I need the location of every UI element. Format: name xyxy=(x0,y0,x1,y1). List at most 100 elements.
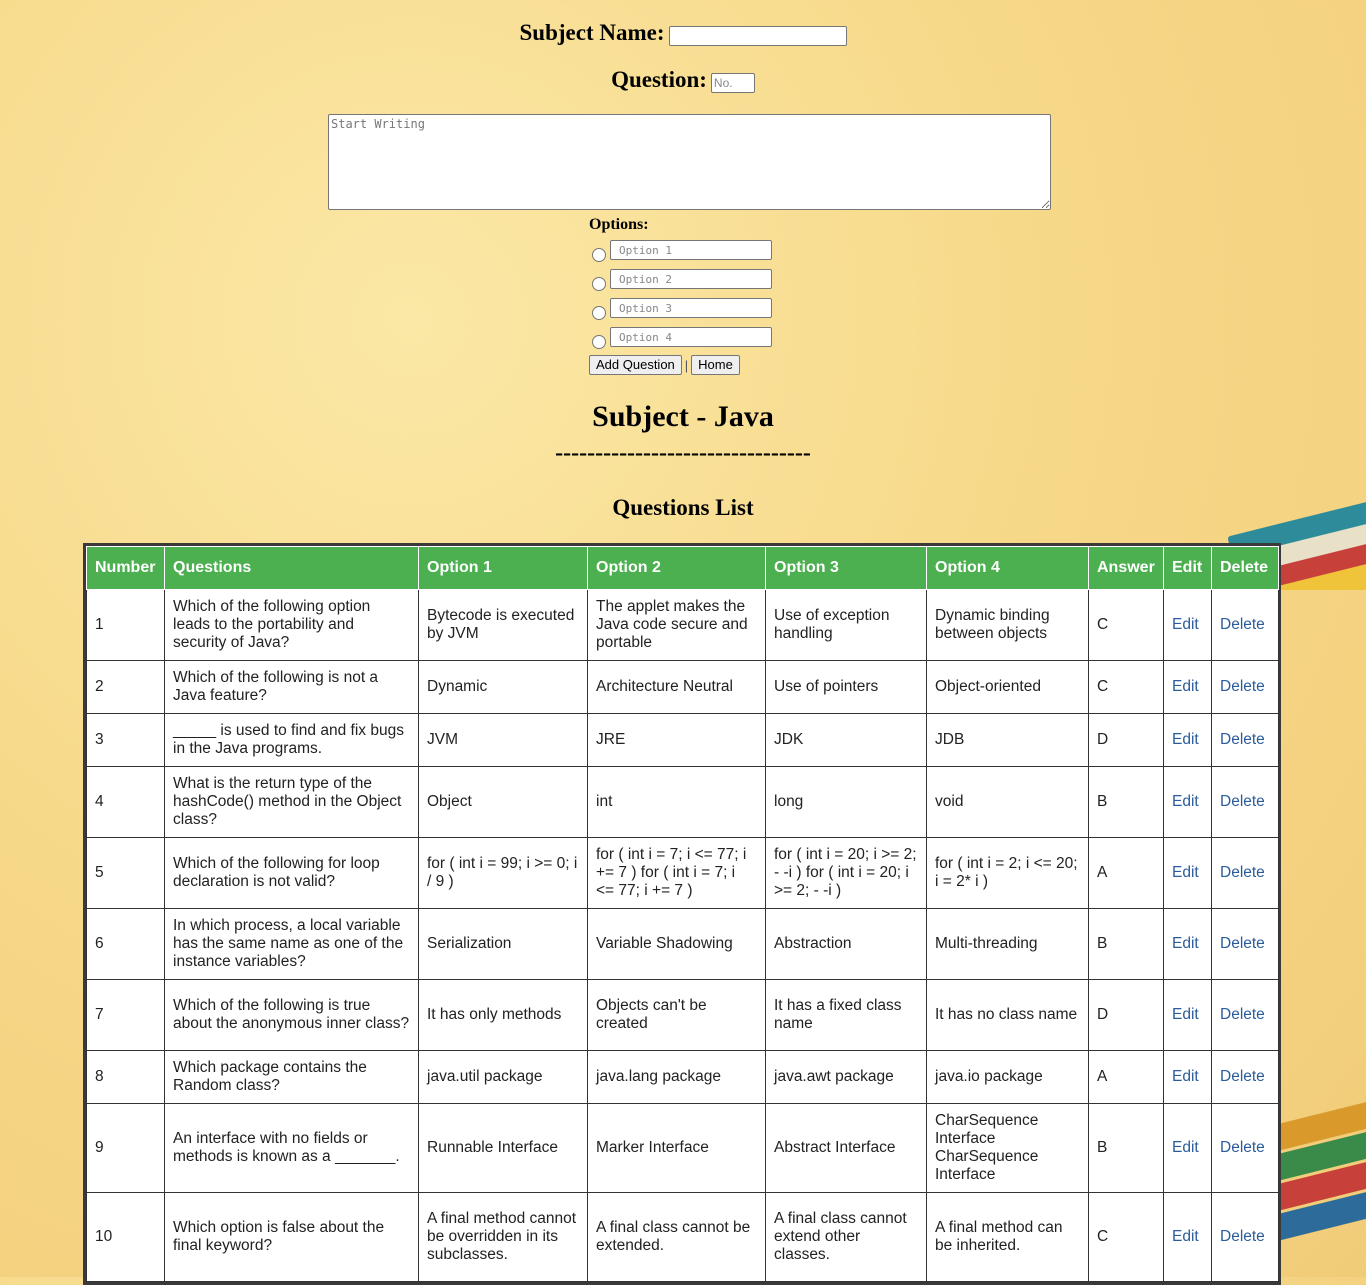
option-2-input[interactable] xyxy=(610,269,772,289)
add-question-button[interactable]: Add Question xyxy=(589,355,682,375)
subject-title: Subject - Java xyxy=(592,400,774,433)
cell-number: 3 xyxy=(86,713,165,767)
subject-row: Subject Name: xyxy=(0,20,1366,47)
cell-answer: C xyxy=(1088,589,1164,661)
cell-number: 4 xyxy=(86,766,165,838)
cell-question: Which of the following is true about the… xyxy=(164,979,419,1051)
table-row: 5 Which of the following for loop declar… xyxy=(86,837,1279,909)
cell-option-4: Object-oriented xyxy=(926,660,1089,714)
cell-question: Which of the following for loop declarat… xyxy=(164,837,419,909)
question-text-area[interactable] xyxy=(328,114,1051,210)
cell-option-1: java.util package xyxy=(418,1050,588,1104)
header-option-1: Option 1 xyxy=(418,546,588,590)
header-option-2: Option 2 xyxy=(587,546,766,590)
edit-link[interactable]: Edit xyxy=(1163,589,1212,661)
cell-option-3: Abstract Interface xyxy=(765,1103,927,1193)
cell-option-1: It has only methods xyxy=(418,979,588,1051)
cell-option-1: Dynamic xyxy=(418,660,588,714)
cell-option-4: Multi-threading xyxy=(926,908,1089,980)
option-1-radio[interactable] xyxy=(592,248,606,262)
delete-link[interactable]: Delete xyxy=(1211,1103,1279,1193)
cell-number: 10 xyxy=(86,1192,165,1282)
option-1-input[interactable] xyxy=(610,240,772,260)
question-label: Question: xyxy=(611,67,707,92)
question-row: Question: xyxy=(0,67,1366,94)
cell-question: Which option is false about the final ke… xyxy=(164,1192,419,1282)
cell-answer: B xyxy=(1088,1103,1164,1193)
cell-option-1: for ( int i = 99; i >= 0; i / 9 ) xyxy=(418,837,588,909)
button-separator: | xyxy=(684,357,689,373)
cell-answer: B xyxy=(1088,908,1164,980)
cell-option-2: java.lang package xyxy=(587,1050,766,1104)
edit-link[interactable]: Edit xyxy=(1163,1192,1212,1282)
edit-link[interactable]: Edit xyxy=(1163,979,1212,1051)
cell-option-2: A final class cannot be extended. xyxy=(587,1192,766,1282)
cell-option-4: A final method can be inherited. xyxy=(926,1192,1089,1282)
table-row: 9 An interface with no fields or methods… xyxy=(86,1103,1279,1193)
cell-option-2: for ( int i = 7; i <= 77; i += 7 ) for (… xyxy=(587,837,766,909)
cell-option-3: It has a fixed class name xyxy=(765,979,927,1051)
cell-option-1: Bytecode is executed by JVM xyxy=(418,589,588,661)
cell-number: 6 xyxy=(86,908,165,980)
delete-link[interactable]: Delete xyxy=(1211,1050,1279,1104)
cell-option-3: Abstraction xyxy=(765,908,927,980)
edit-link[interactable]: Edit xyxy=(1163,1050,1212,1104)
question-number-input[interactable] xyxy=(710,73,755,94)
cell-option-3: Use of pointers xyxy=(765,660,927,714)
option-3-input[interactable] xyxy=(610,298,772,318)
questions-table: Number Questions Option 1 Option 2 Optio… xyxy=(86,546,1279,1282)
title-divider: -------------------------------- xyxy=(555,440,811,466)
cell-option-4: JDB xyxy=(926,713,1089,767)
cell-option-3: A final class cannot extend other classe… xyxy=(765,1192,927,1282)
cell-answer: A xyxy=(1088,837,1164,909)
cell-option-4: for ( int i = 2; i <= 20; i = 2* i ) xyxy=(926,837,1089,909)
cell-option-4: CharSequence Interface CharSequence Inte… xyxy=(926,1103,1089,1193)
cell-option-3: java.awt package xyxy=(765,1050,927,1104)
header-number: Number xyxy=(86,546,165,590)
table-row: 10 Which option is false about the final… xyxy=(86,1192,1279,1282)
delete-link[interactable]: Delete xyxy=(1211,713,1279,767)
option-2-radio[interactable] xyxy=(592,277,606,291)
cell-answer: C xyxy=(1088,1192,1164,1282)
cell-option-1: Object xyxy=(418,766,588,838)
cell-option-4: void xyxy=(926,766,1089,838)
table-row: 7 Which of the following is true about t… xyxy=(86,979,1279,1051)
edit-link[interactable]: Edit xyxy=(1163,766,1212,838)
cell-option-2: Architecture Neutral xyxy=(587,660,766,714)
cell-option-1: Serialization xyxy=(418,908,588,980)
edit-link[interactable]: Edit xyxy=(1163,908,1212,980)
cell-option-2: Marker Interface xyxy=(587,1103,766,1193)
delete-link[interactable]: Delete xyxy=(1211,837,1279,909)
cell-number: 8 xyxy=(86,1050,165,1104)
delete-link[interactable]: Delete xyxy=(1211,589,1279,661)
edit-link[interactable]: Edit xyxy=(1163,713,1212,767)
table-row: 3 _____ is used to find and fix bugs in … xyxy=(86,713,1279,767)
delete-link[interactable]: Delete xyxy=(1211,660,1279,714)
delete-link[interactable]: Delete xyxy=(1211,908,1279,980)
delete-link[interactable]: Delete xyxy=(1211,766,1279,838)
cell-option-2: Variable Shadowing xyxy=(587,908,766,980)
option-4-input[interactable] xyxy=(610,327,772,347)
subject-name-input[interactable] xyxy=(668,26,847,47)
cell-question: Which package contains the Random class? xyxy=(164,1050,419,1104)
questions-table-container: Number Questions Option 1 Option 2 Optio… xyxy=(83,543,1281,1285)
cell-number: 7 xyxy=(86,979,165,1051)
cell-question: _____ is used to find and fix bugs in th… xyxy=(164,713,419,767)
edit-link[interactable]: Edit xyxy=(1163,1103,1212,1193)
home-button[interactable]: Home xyxy=(691,355,740,375)
cell-option-2: JRE xyxy=(587,713,766,767)
delete-link[interactable]: Delete xyxy=(1211,1192,1279,1282)
cell-number: 5 xyxy=(86,837,165,909)
option-4-radio[interactable] xyxy=(592,335,606,349)
cell-option-1: A final method cannot be overridden in i… xyxy=(418,1192,588,1282)
cell-option-3: Use of exception handling xyxy=(765,589,927,661)
edit-link[interactable]: Edit xyxy=(1163,660,1212,714)
cell-question: In which process, a local variable has t… xyxy=(164,908,419,980)
option-3-radio[interactable] xyxy=(592,306,606,320)
cell-answer: D xyxy=(1088,979,1164,1051)
table-header-row: Number Questions Option 1 Option 2 Optio… xyxy=(86,546,1279,590)
options-label: Options: xyxy=(589,216,649,233)
delete-link[interactable]: Delete xyxy=(1211,979,1279,1051)
questions-list-title: Questions List xyxy=(612,495,754,520)
edit-link[interactable]: Edit xyxy=(1163,837,1212,909)
